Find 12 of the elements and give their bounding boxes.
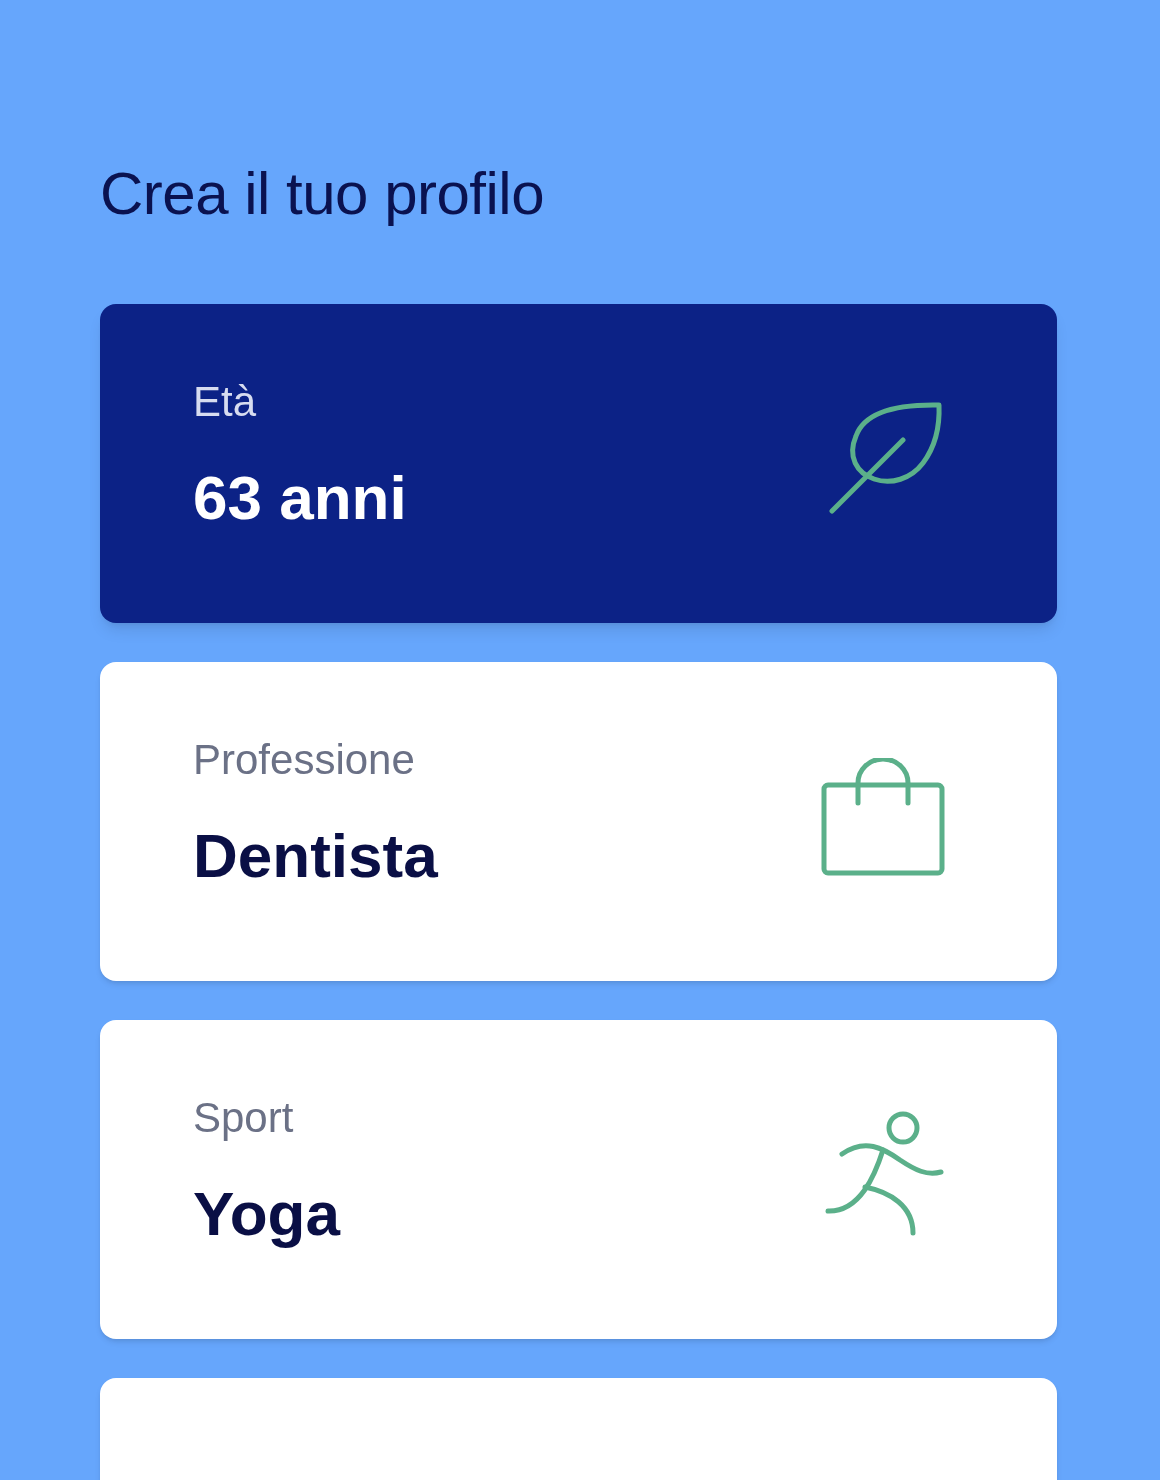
leaf-icon [829,400,945,517]
field-label: Professione [193,734,416,785]
field-label: Sport [193,1092,295,1143]
profile-card[interactable]: Sport Yoga [100,1020,1057,1339]
shopping-bag-icon [821,757,945,876]
page-title: Crea il tuo profilo [100,159,546,229]
field-value: Yoga [193,1177,340,1250]
profile-card[interactable]: Professione Dentista [100,662,1057,981]
field-value: Dentista [193,819,438,892]
profile-card[interactable]: Età 63 anni [100,304,1057,623]
field-value: 63 anni [193,461,407,534]
field-label: Età [193,376,258,427]
